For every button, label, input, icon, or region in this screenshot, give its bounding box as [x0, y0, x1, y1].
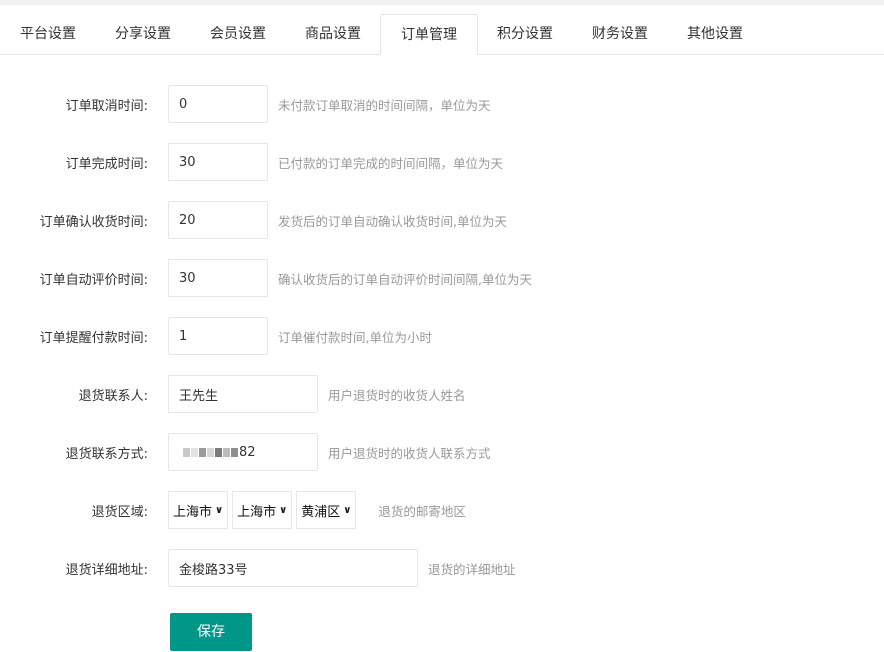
return-address-hint: 退货的详细地址: [428, 561, 516, 577]
city-value: 上海市: [237, 504, 277, 520]
remind-time-hint: 订单催付款时间,单位为小时: [278, 329, 432, 345]
tab-share-settings[interactable]: 分享设置: [95, 14, 191, 54]
tab-finance-settings[interactable]: 财务设置: [572, 14, 668, 54]
complete-time-input[interactable]: [168, 143, 268, 181]
return-address-label: 退货详细地址:: [65, 562, 148, 578]
remind-time-input[interactable]: [168, 317, 268, 355]
confirm-time-input[interactable]: [168, 201, 268, 239]
masked-phone-digits: [183, 447, 239, 457]
complete-time-label: 订单完成时间:: [65, 156, 148, 172]
return-region-hint: 退货的邮寄地区: [378, 503, 466, 519]
province-select[interactable]: 上海市 ∨: [168, 491, 229, 529]
tab-other-settings[interactable]: 其他设置: [667, 14, 763, 54]
return-region-label: 退货区域:: [91, 504, 148, 520]
return-phone-suffix: 82: [239, 444, 256, 460]
return-contact-input[interactable]: [168, 375, 318, 413]
complete-time-hint: 已付款的订单完成的时间间隔，单位为天: [278, 155, 504, 171]
confirm-time-hint: 发货后的订单自动确认收货时间,单位为天: [278, 213, 507, 229]
district-select[interactable]: 黄浦区 ∨: [296, 491, 357, 529]
cancel-time-label: 订单取消时间:: [65, 98, 148, 114]
order-settings-form: 订单取消时间: 未付款订单取消的时间间隔，单位为天 订单完成时间: 已付款的订单…: [0, 55, 884, 651]
return-address-input[interactable]: [168, 549, 418, 587]
province-value: 上海市: [173, 504, 213, 520]
city-select[interactable]: 上海市 ∨: [232, 491, 293, 529]
remind-time-label: 订单提醒付款时间:: [39, 330, 148, 346]
tab-member-settings[interactable]: 会员设置: [190, 14, 286, 54]
settings-tabs: 平台设置 分享设置 会员设置 商品设置 订单管理 积分设置 财务设置 其他设置: [0, 5, 884, 55]
return-phone-input[interactable]: 82: [168, 433, 318, 471]
tab-order-management[interactable]: 订单管理: [380, 14, 478, 55]
return-phone-hint: 用户退货时的收货人联系方式: [328, 445, 491, 461]
form-row-cancel-time: 订单取消时间: 未付款订单取消的时间间隔，单位为天: [0, 75, 884, 133]
review-time-hint: 确认收货后的订单自动评价时间间隔,单位为天: [278, 271, 532, 287]
form-row-return-phone: 退货联系方式: 82 用户退货时的收货人联系方式: [0, 423, 884, 481]
tab-product-settings[interactable]: 商品设置: [285, 14, 381, 54]
tab-platform-settings[interactable]: 平台设置: [0, 14, 96, 54]
return-contact-label: 退货联系人:: [78, 388, 148, 404]
form-row-complete-time: 订单完成时间: 已付款的订单完成的时间间隔，单位为天: [0, 133, 884, 191]
district-value: 黄浦区: [301, 504, 341, 520]
return-contact-hint: 用户退货时的收货人姓名: [328, 387, 466, 403]
form-row-return-contact: 退货联系人: 用户退货时的收货人姓名: [0, 365, 884, 423]
review-time-input[interactable]: [168, 259, 268, 297]
form-row-return-address: 退货详细地址: 退货的详细地址: [0, 539, 884, 597]
cancel-time-hint: 未付款订单取消的时间间隔，单位为天: [278, 97, 491, 113]
return-phone-label: 退货联系方式:: [65, 446, 148, 462]
form-row-remind-time: 订单提醒付款时间: 订单催付款时间,单位为小时: [0, 307, 884, 365]
tab-points-settings[interactable]: 积分设置: [477, 14, 573, 54]
form-row-return-region: 退货区域: 上海市 ∨ 上海市 ∨ 黄浦区 ∨ 退货的邮寄地区: [0, 481, 884, 539]
form-row-confirm-time: 订单确认收货时间: 发货后的订单自动确认收货时间,单位为天: [0, 191, 884, 249]
review-time-label: 订单自动评价时间:: [39, 272, 148, 288]
cancel-time-input[interactable]: [168, 85, 268, 123]
confirm-time-label: 订单确认收货时间:: [39, 214, 148, 230]
save-button[interactable]: 保存: [170, 613, 252, 651]
chevron-down-icon: ∨: [343, 504, 352, 516]
chevron-down-icon: ∨: [215, 504, 224, 516]
form-row-review-time: 订单自动评价时间: 确认收货后的订单自动评价时间间隔,单位为天: [0, 249, 884, 307]
chevron-down-icon: ∨: [279, 504, 288, 516]
